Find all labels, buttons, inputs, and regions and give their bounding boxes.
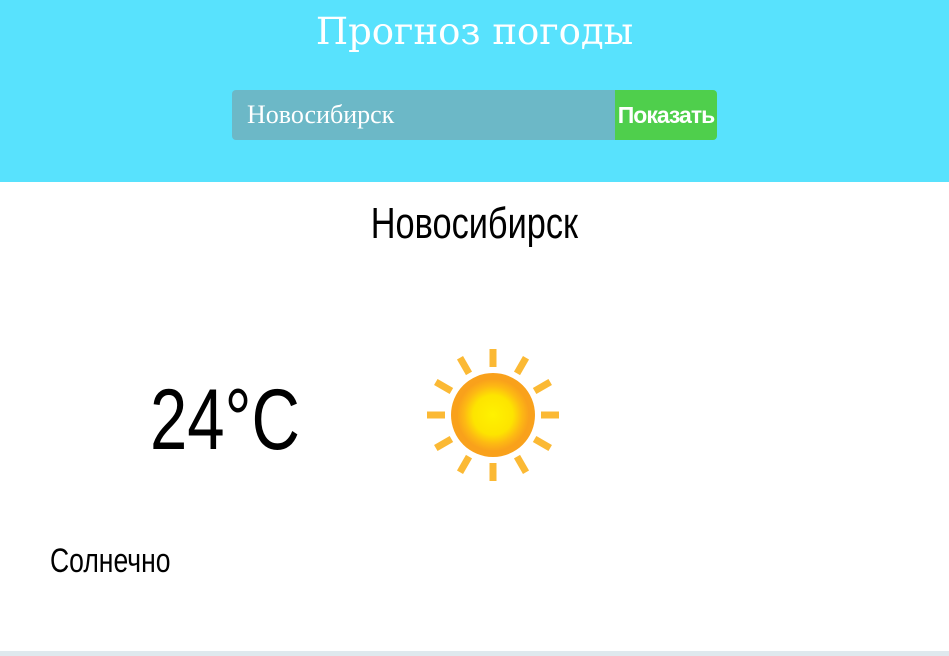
weather-card: Новосибирск 24°C Солнечно <box>0 182 949 651</box>
show-forecast-button[interactable]: Показать <box>615 90 717 140</box>
app-title: Прогноз погоды <box>315 10 634 53</box>
weather-app: Прогноз погоды Показать Новосибирск 24°C <box>0 0 949 656</box>
search-form: Показать <box>232 90 717 140</box>
city-name: Новосибирск <box>370 199 579 248</box>
weather-condition: Солнечно <box>50 542 171 580</box>
temperature-value: 24°C <box>150 372 300 468</box>
app-header: Прогноз погоды Показать <box>0 0 949 182</box>
sun-icon <box>427 349 559 481</box>
city-search-input[interactable] <box>232 90 615 140</box>
